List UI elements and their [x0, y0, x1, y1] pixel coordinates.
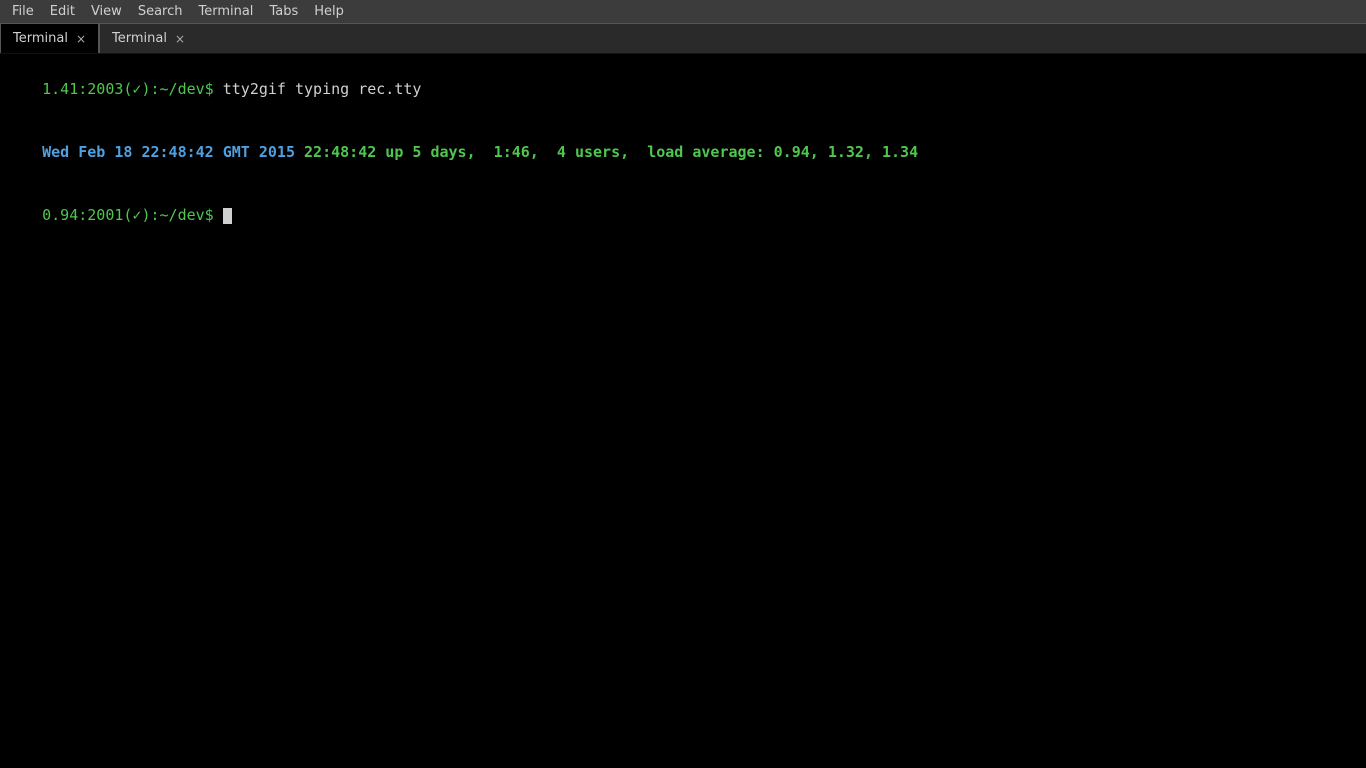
command-line1: tty2gif typing rec.tty — [223, 80, 422, 98]
menu-tabs[interactable]: Tabs — [261, 2, 306, 21]
tab-bar: Terminal × Terminal × — [0, 24, 1366, 54]
terminal-cursor — [223, 208, 232, 224]
uptime-date: Wed Feb 18 22:48:42 GMT 2015 — [42, 143, 295, 161]
tab-active-label: Terminal — [13, 31, 68, 46]
menu-terminal[interactable]: Terminal — [190, 2, 261, 21]
menu-view[interactable]: View — [83, 2, 130, 21]
tab-close-button[interactable]: × — [76, 32, 86, 46]
terminal-body[interactable]: 1.41:2003(✓):~/dev$ tty2gif typing rec.t… — [0, 54, 1366, 768]
prompt-prefix-line1: 1.41:2003(✓):~/dev$ — [42, 80, 223, 98]
menu-bar: File Edit View Search Terminal Tabs Help — [0, 0, 1366, 24]
uptime-rest: 22:48:42 up 5 days, 1:46, 4 users, load … — [295, 143, 918, 161]
tab-inactive-label: Terminal — [112, 31, 167, 46]
terminal-line-1: 1.41:2003(✓):~/dev$ tty2gif typing rec.t… — [6, 58, 1360, 121]
tab-inactive-close-button[interactable]: × — [175, 32, 185, 46]
menu-search[interactable]: Search — [130, 2, 191, 21]
menu-help[interactable]: Help — [306, 2, 352, 21]
menu-file[interactable]: File — [4, 2, 42, 21]
tab-terminal-active[interactable]: Terminal × — [0, 24, 99, 53]
terminal-line-3: 0.94:2001(✓):~/dev$ — [6, 184, 1360, 247]
tab-terminal-inactive[interactable]: Terminal × — [99, 24, 197, 53]
terminal-line-2: Wed Feb 18 22:48:42 GMT 2015 22:48:42 up… — [6, 121, 1360, 184]
menu-edit[interactable]: Edit — [42, 2, 83, 21]
prompt-prefix-line3: 0.94:2001(✓):~/dev$ — [42, 206, 223, 224]
